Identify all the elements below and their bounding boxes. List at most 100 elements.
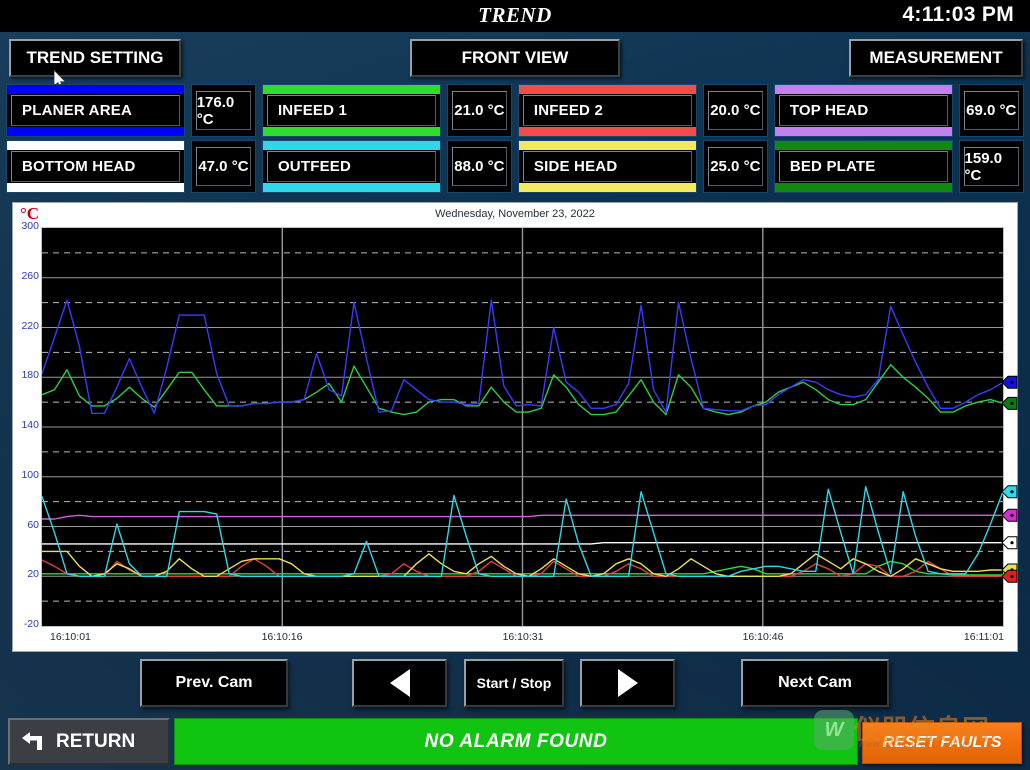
channel-label-box: OUTFEED	[267, 151, 436, 182]
channel-color-bar-bottom	[7, 183, 184, 192]
chart-end-marker	[1002, 397, 1017, 409]
channel-value-outfeed: 88.0 °C	[447, 140, 512, 193]
chart-end-marker	[1002, 486, 1017, 498]
channel-value-bed-plate: 159.0 °C	[959, 140, 1024, 193]
channel-bottom-head[interactable]: BOTTOM HEAD	[6, 140, 185, 193]
channel-value-text: 88.0 °C	[454, 158, 504, 175]
channel-color-bar-bottom	[775, 127, 952, 136]
channel-label: TOP HEAD	[790, 102, 869, 119]
channel-label-box: BOTTOM HEAD	[11, 151, 180, 182]
channel-outfeed[interactable]: OUTFEED	[262, 140, 441, 193]
alarm-status-banner: NO ALARM FOUND	[174, 718, 858, 765]
channel-value-text: 20.0 °C	[710, 102, 760, 119]
y-axis-tick-label: 20	[13, 568, 39, 580]
clock-display: 4:11:03 PM	[902, 3, 1014, 27]
channel-value-text: 69.0 °C	[966, 102, 1016, 119]
channel-color-bar-bottom	[7, 127, 184, 136]
channel-label: INFEED 2	[534, 102, 603, 119]
channel-label: BOTTOM HEAD	[22, 158, 136, 175]
application-root: TREND 4:11:03 PM TREND SETTING FRONT VIE…	[0, 0, 1030, 770]
x-axis-tick-label: 16:10:01	[50, 631, 91, 643]
x-axis-tick-label: 16:10:46	[743, 631, 784, 643]
chart-end-marker	[1002, 509, 1017, 521]
channel-color-bar-top	[7, 85, 184, 94]
prev-cam-button[interactable]: Prev. Cam	[140, 659, 288, 707]
channel-value-infeed-1: 21.0 °C	[447, 84, 512, 137]
channel-label-box: TOP HEAD	[779, 95, 948, 126]
chart-end-marker	[1002, 537, 1017, 549]
channel-label-box: SIDE HEAD	[523, 151, 692, 182]
step-back-button[interactable]	[352, 659, 447, 707]
channel-label-box: PLANER AREA	[11, 95, 180, 126]
trend-setting-button[interactable]: TREND SETTING	[9, 39, 181, 77]
start-stop-button[interactable]: Start / Stop	[464, 659, 564, 707]
channel-color-bar-top	[519, 141, 696, 150]
chart-end-markers	[1001, 227, 1019, 627]
channel-color-bar-top	[263, 141, 440, 150]
channel-planer-area[interactable]: PLANER AREA	[6, 84, 185, 137]
next-cam-button[interactable]: Next Cam	[741, 659, 889, 707]
channel-color-bar-bottom	[519, 183, 696, 192]
channel-value-text: 176.0 °C	[197, 94, 250, 128]
channel-value-box: 47.0 °C	[196, 147, 251, 186]
channel-label-box: INFEED 1	[267, 95, 436, 126]
channel-value-text: 25.0 °C	[710, 158, 760, 175]
page-title: TREND	[0, 3, 1030, 28]
return-button[interactable]: RETURN	[8, 718, 170, 765]
arrow-right-icon	[618, 669, 638, 697]
channel-side-head[interactable]: SIDE HEAD	[518, 140, 697, 193]
chart-end-marker	[1002, 376, 1017, 388]
trend-chart-panel[interactable]: °C Wednesday, November 23, 2022 30026022…	[12, 202, 1018, 652]
channel-label: BED PLATE	[790, 158, 876, 175]
x-axis-tick-label: 16:11:01	[964, 631, 1004, 643]
channel-label-box: BED PLATE	[779, 151, 948, 182]
reset-faults-button[interactable]: RESET FAULTS	[862, 722, 1022, 764]
x-axis-tick-label: 16:10:31	[503, 631, 544, 643]
title-bar: TREND 4:11:03 PM	[0, 0, 1030, 32]
channel-value-box: 176.0 °C	[196, 91, 251, 130]
channel-value-box: 69.0 °C	[964, 91, 1019, 130]
channel-row-1: PLANER AREA 176.0 °C INFEED 1 21.0 °C INFEED…	[6, 84, 1024, 137]
y-axis-tick-label: -20	[13, 618, 39, 630]
channel-top-head[interactable]: TOP HEAD	[774, 84, 953, 137]
channel-color-bar-top	[775, 141, 952, 150]
channel-color-bar-bottom	[519, 127, 696, 136]
channel-label-box: INFEED 2	[523, 95, 692, 126]
channel-value-box: 25.0 °C	[708, 147, 763, 186]
channel-infeed-1[interactable]: INFEED 1	[262, 84, 441, 137]
channel-value-infeed-2: 20.0 °C	[703, 84, 768, 137]
channel-strip: PLANER AREA 176.0 °C INFEED 1 21.0 °C INFEED…	[6, 84, 1024, 194]
channel-label: PLANER AREA	[22, 102, 132, 119]
channel-color-bar-bottom	[263, 127, 440, 136]
channel-value-box: 20.0 °C	[708, 91, 763, 130]
channel-value-planer-area: 176.0 °C	[191, 84, 256, 137]
front-view-button[interactable]: FRONT VIEW	[410, 39, 620, 77]
y-axis-tick-label: 260	[13, 270, 39, 282]
channel-label: OUTFEED	[278, 158, 351, 175]
channel-value-text: 47.0 °C	[198, 158, 248, 175]
channel-color-bar-top	[263, 85, 440, 94]
chart-date-label: Wednesday, November 23, 2022	[13, 208, 1017, 220]
measurement-button[interactable]: MEASUREMENT	[849, 39, 1023, 77]
x-axis-tick-label: 16:10:16	[262, 631, 303, 643]
channel-color-bar-bottom	[775, 183, 952, 192]
chart-plot-area[interactable]	[41, 227, 1004, 627]
channel-value-top-head: 69.0 °C	[959, 84, 1024, 137]
return-label: RETURN	[56, 731, 135, 753]
y-axis-tick-label: 220	[13, 320, 39, 332]
channel-value-bottom-head: 47.0 °C	[191, 140, 256, 193]
channel-value-text: 159.0 °C	[965, 150, 1018, 184]
channel-row-2: BOTTOM HEAD 47.0 °C OUTFEED 88.0 °C SIDE HEA…	[6, 140, 1024, 193]
y-axis-tick-label: 60	[13, 519, 39, 531]
y-axis-tick-label: 180	[13, 369, 39, 381]
channel-color-bar-top	[519, 85, 696, 94]
arrow-left-icon	[390, 669, 410, 697]
channel-label: INFEED 1	[278, 102, 347, 119]
channel-bed-plate[interactable]: BED PLATE	[774, 140, 953, 193]
channel-label: SIDE HEAD	[534, 158, 617, 175]
y-axis-tick-label: 140	[13, 419, 39, 431]
channel-infeed-2[interactable]: INFEED 2	[518, 84, 697, 137]
step-forward-button[interactable]	[580, 659, 675, 707]
y-axis-tick-label: 100	[13, 469, 39, 481]
chart-traces	[42, 228, 1003, 626]
